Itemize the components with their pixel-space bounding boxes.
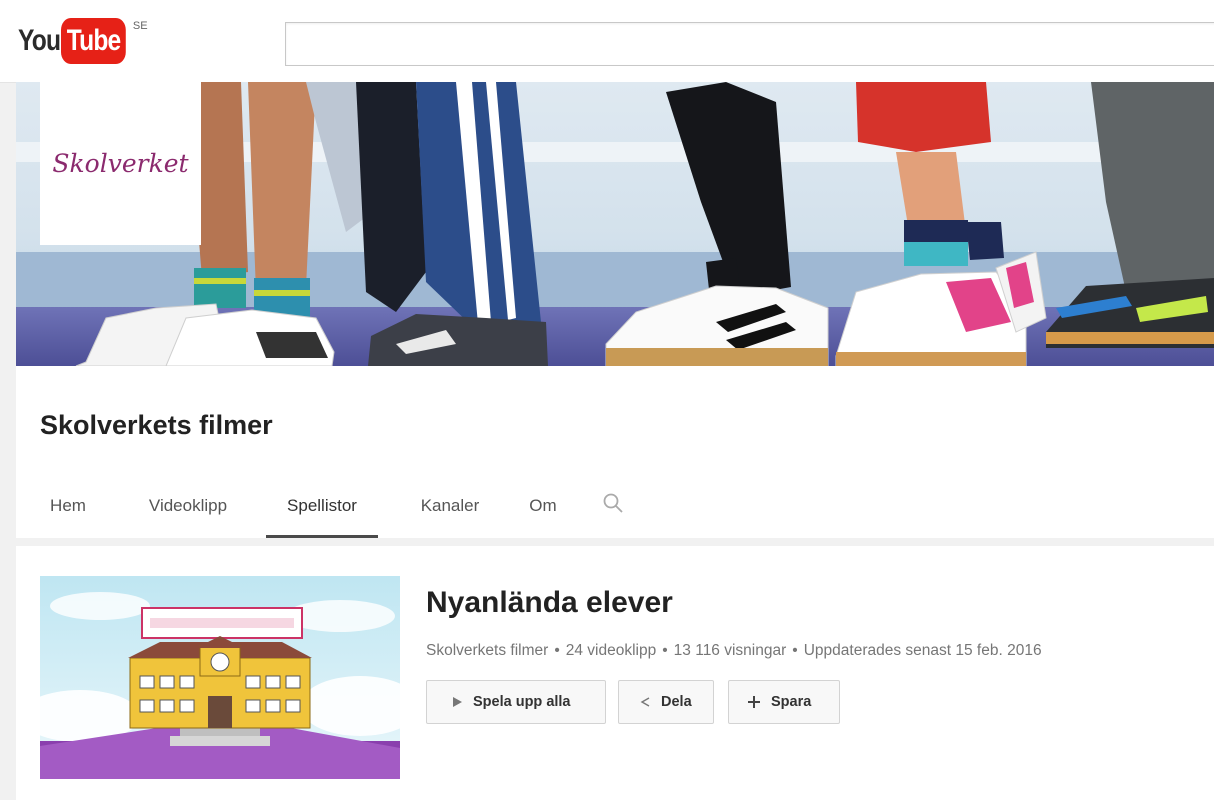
play-icon	[451, 696, 463, 708]
logo-tube-text: Tube	[61, 18, 127, 64]
playlist-updated-date: Uppdaterades senast 15 feb. 2016	[803, 642, 1042, 659]
meta-separator: •	[662, 642, 668, 659]
playlist-meta: Skolverkets filmer • 24 videoklipp • 13 116 …	[426, 642, 1042, 660]
share-button[interactable]: Dela	[618, 680, 714, 724]
youtube-logo[interactable]: You Tube SE	[18, 18, 148, 66]
tab-label: Spellistor	[287, 496, 357, 515]
share-icon	[639, 696, 651, 708]
channel-header: Skolverkets filmer Hem Videoklipp Spelli…	[16, 366, 1214, 538]
meta-separator: •	[792, 642, 798, 659]
save-button[interactable]: Spara	[728, 680, 840, 724]
plus-icon	[747, 695, 761, 709]
playlist-thumbnail[interactable]	[40, 576, 400, 779]
meta-separator: •	[554, 642, 560, 659]
search-icon[interactable]	[602, 492, 624, 519]
channel-logo[interactable]: Skolverket	[40, 82, 201, 245]
tab-label: Kanaler	[420, 496, 480, 515]
tab-label: Hem	[50, 496, 86, 515]
play-all-button[interactable]: Spela upp alla	[426, 680, 606, 724]
masthead: You Tube SE	[0, 0, 1214, 83]
logo-country-code: SE	[132, 20, 148, 32]
play-all-label: Spela upp alla	[473, 694, 571, 710]
tab-om[interactable]: Om	[512, 488, 574, 538]
tab-videoklipp[interactable]: Videoklipp	[132, 488, 244, 538]
share-label: Dela	[661, 694, 692, 710]
search-input[interactable]	[285, 22, 1214, 66]
channel-title[interactable]: Skolverkets filmer	[40, 410, 273, 441]
tab-label: Om	[529, 496, 557, 515]
youtube-channel-page: You Tube SE Skolverket Skolverkets filme…	[0, 0, 1214, 800]
playlist-video-count: 24 videoklipp	[565, 642, 657, 659]
tab-label: Videoklipp	[148, 496, 228, 515]
tab-spellistor[interactable]: Spellistor	[266, 488, 378, 538]
playlist-owner-link[interactable]: Skolverkets filmer	[426, 642, 548, 659]
save-label: Spara	[771, 694, 812, 710]
tab-hem[interactable]: Hem	[32, 488, 104, 538]
channel-logo-text: Skolverket	[52, 149, 189, 178]
playlist-view-count: 13 116 visningar	[673, 642, 787, 659]
logo-you-text: You	[18, 24, 61, 57]
tab-kanaler[interactable]: Kanaler	[408, 488, 492, 538]
school-illustration	[40, 576, 400, 779]
playlist-title[interactable]: Nyanlända elever	[426, 586, 673, 620]
playlist-header: Nyanlända elever Skolverkets filmer • 24 v…	[16, 546, 1214, 800]
